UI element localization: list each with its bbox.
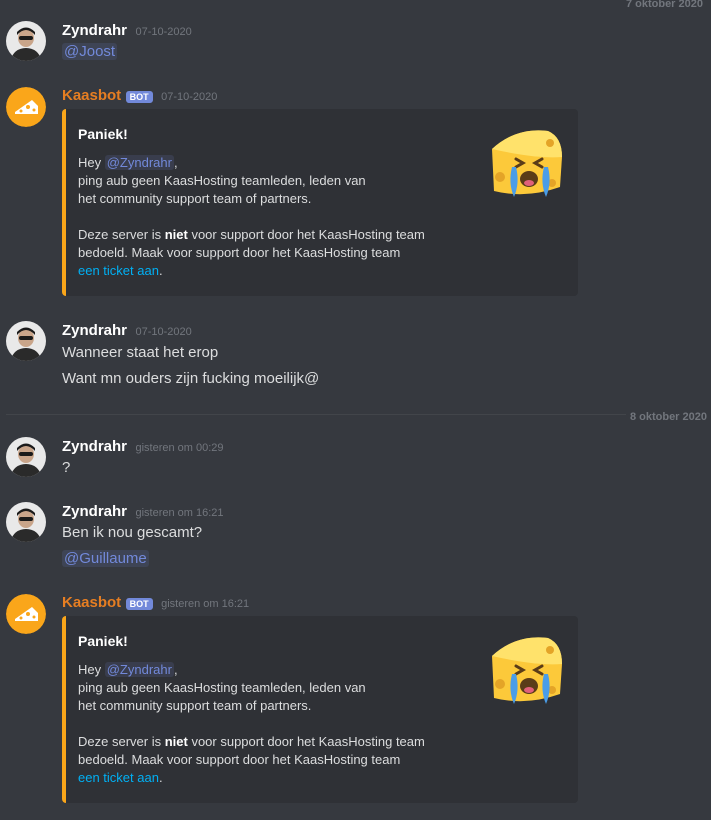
timestamp: 07-10-2020	[161, 91, 218, 103]
avatar[interactable]	[6, 502, 46, 542]
message-content: Ben ik nou gescamt?	[62, 524, 203, 541]
message-header: Zyndrahr gisteren om 16:21	[62, 503, 224, 521]
timestamp: gisteren om 00:29	[135, 442, 224, 454]
message-content: @Guillaume	[62, 550, 149, 567]
embed-description: Hey @Zyndrahr, ping aub geen KaasHosting…	[78, 155, 425, 278]
message-content: @Joost	[62, 43, 118, 60]
message-header: Kaasbot BOT gisteren om 16:21	[62, 594, 249, 612]
message-content: Want mn ouders zijn fucking moeilijk@	[62, 370, 320, 387]
username[interactable]: Kaasbot	[62, 594, 121, 611]
mention[interactable]: @Zyndrahr	[104, 155, 174, 170]
crying-cheese-icon	[486, 123, 566, 203]
user-avatar-icon	[6, 321, 46, 361]
timestamp: gisteren om 16:21	[161, 598, 250, 610]
date-divider-top: 7 oktober 2020	[621, 0, 707, 12]
crying-cheese-icon	[486, 630, 566, 710]
avatar[interactable]	[6, 21, 46, 61]
embed-title: Paniek!	[78, 633, 128, 649]
bot-cheese-avatar-icon	[6, 594, 46, 634]
ticket-link[interactable]: een ticket aan	[78, 263, 159, 278]
date-divider-label: 8 oktober 2020	[625, 407, 711, 425]
user-avatar-icon	[6, 502, 46, 542]
mention[interactable]: @Zyndrahr	[104, 662, 174, 677]
username[interactable]: Zyndrahr	[62, 503, 127, 520]
timestamp: gisteren om 16:21	[135, 507, 224, 519]
message-header: Zyndrahr gisteren om 00:29	[62, 438, 224, 456]
embed-title: Paniek!	[78, 126, 128, 142]
embed: Paniek! Hey @Zyndrahr, ping aub geen Kaa…	[62, 616, 578, 803]
avatar[interactable]	[6, 594, 46, 634]
bot-badge: BOT	[125, 91, 153, 103]
username[interactable]: Zyndrahr	[62, 438, 127, 455]
date-divider	[6, 414, 706, 415]
embed-description: Hey @Zyndrahr, ping aub geen KaasHosting…	[78, 662, 425, 785]
username[interactable]: Zyndrahr	[62, 322, 127, 339]
user-avatar-icon	[6, 21, 46, 61]
username[interactable]: Kaasbot	[62, 87, 121, 104]
bot-cheese-avatar-icon	[6, 87, 46, 127]
message-content: ?	[62, 459, 71, 476]
timestamp: 07-10-2020	[135, 326, 192, 338]
ticket-link[interactable]: een ticket aan	[78, 770, 159, 785]
message-content: Wanneer staat het erop	[62, 344, 219, 361]
timestamp: 07-10-2020	[135, 26, 192, 38]
embed: Paniek! Hey @Zyndrahr, ping aub geen Kaa…	[62, 109, 578, 296]
avatar[interactable]	[6, 87, 46, 127]
message-header: Zyndrahr 07-10-2020	[62, 322, 192, 340]
username[interactable]: Zyndrahr	[62, 22, 127, 39]
mention[interactable]: @Joost	[62, 43, 118, 60]
message-header: Kaasbot BOT 07-10-2020	[62, 87, 217, 105]
avatar[interactable]	[6, 321, 46, 361]
bot-badge: BOT	[125, 598, 153, 610]
message-header: Zyndrahr 07-10-2020	[62, 22, 192, 40]
user-avatar-icon	[6, 437, 46, 477]
avatar[interactable]	[6, 437, 46, 477]
mention[interactable]: @Guillaume	[62, 550, 149, 567]
